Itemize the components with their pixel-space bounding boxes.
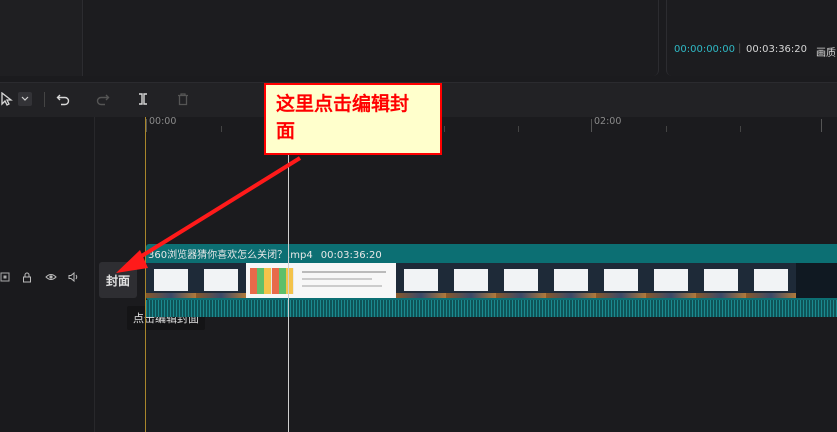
annotation-arrow [116,156,302,273]
